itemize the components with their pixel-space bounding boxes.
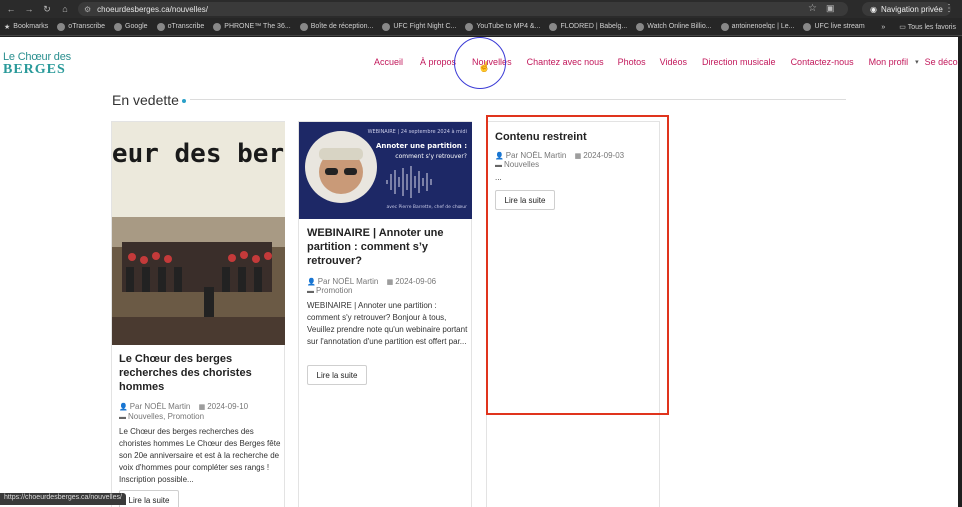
page-viewport: Le Chœur des BERGES Accueil À propos Nou… <box>0 37 958 507</box>
post-image[interactable]: Choeur des berges <box>112 122 285 345</box>
bookmark-item[interactable]: ★ Bookmarks <box>4 23 48 31</box>
section-divider <box>190 99 846 100</box>
user-icon: 👤 <box>307 279 316 286</box>
calendar-icon: ▦ <box>386 279 394 286</box>
image-caption: Choeur des berges <box>112 139 285 169</box>
bookmark-item[interactable]: Google <box>114 22 148 31</box>
read-more-button[interactable]: Lire la suite <box>307 365 367 385</box>
site-icon <box>803 22 812 31</box>
site-icon <box>57 22 66 31</box>
google-icon <box>114 22 122 31</box>
star-icon: ★ <box>4 23 11 31</box>
scrollbar[interactable] <box>958 37 962 507</box>
bookmark-item[interactable]: PHRONE™ The 36... <box>213 22 291 31</box>
bookmark-item[interactable]: oTranscribe <box>156 22 204 31</box>
bookmark-item[interactable]: YouTube to MP4 &... <box>465 22 540 31</box>
folder-icon: ▬ <box>119 414 126 421</box>
folder-icon: ▭ <box>899 24 906 31</box>
address-bar[interactable]: ⚙ choeurdesberges.ca/nouvelles/ <box>78 2 848 16</box>
status-url: https://choeurdesberges.ca/nouvelles/ <box>0 493 126 505</box>
bookmark-star-icon[interactable]: ☆ <box>808 3 817 14</box>
bookmark-item[interactable]: UFC Fight Night C... <box>382 22 456 31</box>
incognito-icon: ◉ <box>870 4 877 14</box>
back-icon[interactable]: ← <box>4 2 18 16</box>
folder-icon: ▬ <box>307 288 314 295</box>
user-icon: 👤 <box>119 404 128 411</box>
logo-line2: BERGES <box>3 62 66 77</box>
nav-videos[interactable]: Vidéos <box>660 57 687 67</box>
hand-cursor-icon: ☝ <box>478 62 491 73</box>
bookmark-item[interactable]: antoinenoelqc | Le... <box>720 22 794 31</box>
private-mode-badge[interactable]: ◉ Navigation privée <box>862 2 951 16</box>
banner-header: WEBINAIRE | 24 septembre 2024 à midi <box>368 128 467 135</box>
post-card: WEBINAIRE | 24 septembre 2024 à midi Ann… <box>298 121 472 507</box>
title-dot <box>181 99 186 104</box>
post-title[interactable]: Le Chœur des berges recherches des chori… <box>119 352 279 394</box>
calendar-icon: ▦ <box>198 404 206 411</box>
nav-photos[interactable]: Photos <box>618 57 646 67</box>
site-logo[interactable]: Le Chœur des BERGES <box>3 51 73 81</box>
bookmark-item[interactable]: UFC live stream <box>803 22 865 31</box>
site-info-icon[interactable]: ⚙ <box>84 5 91 14</box>
nav-accueil[interactable]: Accueil <box>374 57 403 67</box>
nav-logout[interactable]: Se déconnecter <box>925 57 958 67</box>
post-title[interactable]: WEBINAIRE | Annoter une partition : comm… <box>307 226 467 268</box>
bookmark-item[interactable]: FLODRED | Babelg... <box>549 22 627 31</box>
nav-chantez[interactable]: Chantez avec nous <box>527 57 604 67</box>
site-icon <box>465 22 474 31</box>
all-bookmarks[interactable]: ▭ Tous les favoris <box>899 23 956 31</box>
forward-icon[interactable]: → <box>22 2 36 16</box>
bookmarks-bar: ★ Bookmarks oTranscribe Google oTranscrib… <box>0 18 962 36</box>
site-icon <box>156 22 165 31</box>
home-icon[interactable]: ⌂ <box>58 2 72 16</box>
caret-down-icon[interactable]: ▾ <box>915 58 919 66</box>
nav-a-propos[interactable]: À propos <box>420 57 456 67</box>
mail-icon <box>299 22 308 31</box>
extension-icon[interactable]: ▣ <box>826 3 835 14</box>
post-categories: ▬ Nouvelles, Promotion <box>119 412 205 421</box>
post-excerpt: WEBINAIRE | Annoter une partition : comm… <box>307 301 468 346</box>
nav-direction[interactable]: Direction musicale <box>702 57 776 67</box>
reload-icon[interactable]: ↻ <box>40 2 54 16</box>
post-card: Choeur des berges Le Chœur des berges re… <box>111 121 285 507</box>
nav-contact[interactable]: Contactez-nous <box>791 57 854 67</box>
restricted-highlight-box <box>486 115 669 415</box>
webinar-banner: WEBINAIRE | 24 septembre 2024 à midi Ann… <box>299 122 472 219</box>
choir-photo: Choeur des berges <box>112 122 285 345</box>
bookmark-item[interactable]: oTranscribe <box>57 22 105 31</box>
nav-profil[interactable]: Mon profil <box>869 57 909 67</box>
browser-menu-icon[interactable]: ⋮ <box>944 3 954 14</box>
banner-footer: avec Pierre Barrette, chef de chœur <box>386 204 467 210</box>
section-title: En vedette <box>112 92 186 108</box>
site-icon <box>213 22 222 31</box>
banner-title-1: Annoter une partition : <box>376 142 467 150</box>
chevron-right-icon[interactable]: » <box>881 24 885 31</box>
bookmark-item[interactable]: Boîte de réception... <box>299 22 373 31</box>
url-text: choeurdesberges.ca/nouvelles/ <box>97 4 208 14</box>
site-icon <box>382 22 391 31</box>
post-image[interactable]: WEBINAIRE | 24 septembre 2024 à midi Ann… <box>299 122 472 219</box>
post-excerpt: Le Chœur des berges recherches des chori… <box>119 427 281 484</box>
post-categories: ▬ Promotion <box>307 286 353 295</box>
site-icon <box>549 22 558 31</box>
banner-title-2: comment s'y retrouver? <box>395 153 467 160</box>
site-icon <box>636 22 645 31</box>
read-more-button[interactable]: Lire la suite <box>119 490 179 507</box>
bookmarks-overflow: » ▭ Tous les favoris <box>875 18 956 35</box>
bookmark-item[interactable]: Watch Online Billio... <box>636 22 712 31</box>
site-icon <box>720 22 729 31</box>
